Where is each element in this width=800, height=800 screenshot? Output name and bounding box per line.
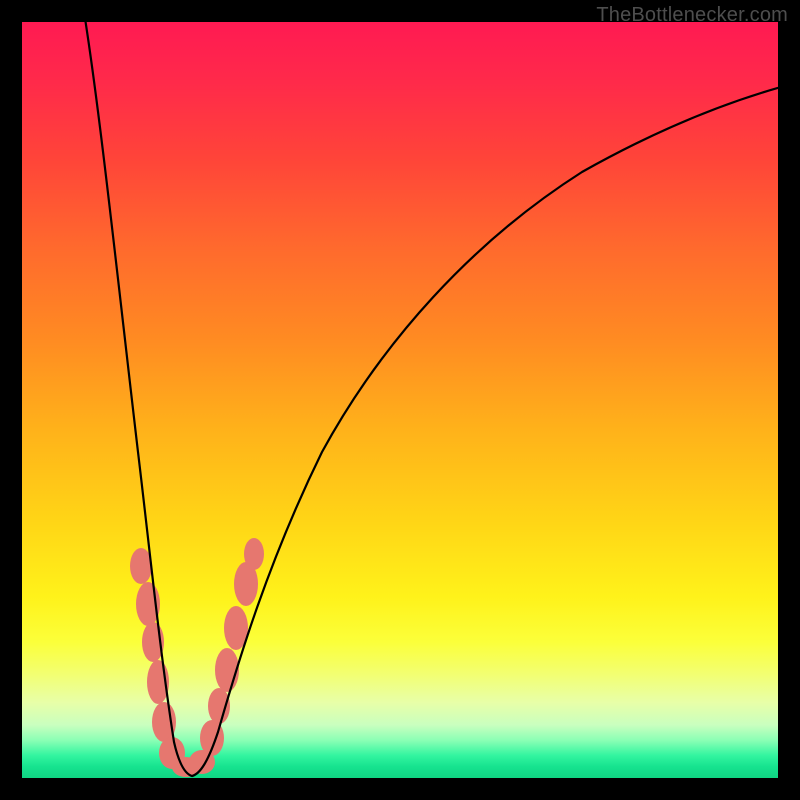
marker-blob <box>244 538 264 570</box>
valley-markers-left <box>130 548 200 777</box>
bottleneck-chart <box>22 22 778 778</box>
plot-area <box>22 22 778 778</box>
marker-blob <box>208 688 230 724</box>
curve-right-branch <box>192 84 778 776</box>
valley-markers-right <box>189 538 264 774</box>
curve-left-branch <box>84 22 192 776</box>
chart-frame: TheBottlenecker.com <box>0 0 800 800</box>
